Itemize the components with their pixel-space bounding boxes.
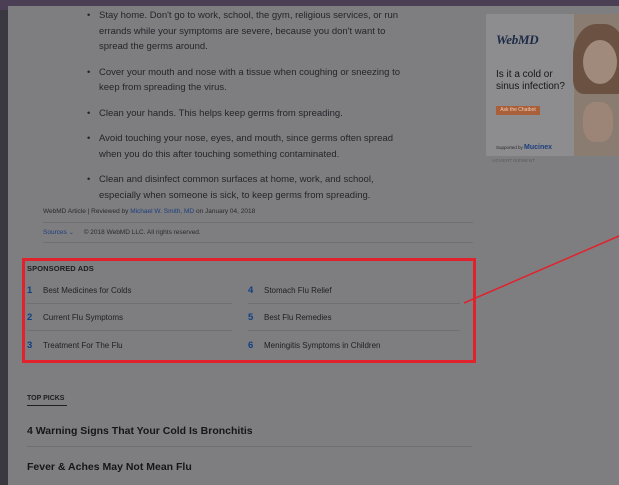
ad-sponsor: Supported by Mucinex — [496, 144, 552, 151]
ad-photo-face — [583, 40, 617, 84]
mucinex-logo: Mucinex — [524, 144, 553, 151]
ad-photo-hand — [583, 102, 613, 142]
sidebar-ad[interactable]: WebMD Is it a cold or sinus infection? A… — [486, 14, 619, 156]
ad-sponsor-prefix: Supported by — [496, 145, 523, 150]
webmd-logo: WebMD — [496, 32, 539, 47]
ad-headline: Is it a cold or sinus infection? — [496, 69, 565, 92]
annotation-line — [463, 235, 619, 304]
ad-cta-button[interactable]: Ask the Chatbot — [496, 106, 540, 115]
advertisement-label: ADVERTISEMENT — [492, 158, 536, 163]
webpage-viewport: Stay home. Don't go to work, school, the… — [8, 6, 619, 485]
